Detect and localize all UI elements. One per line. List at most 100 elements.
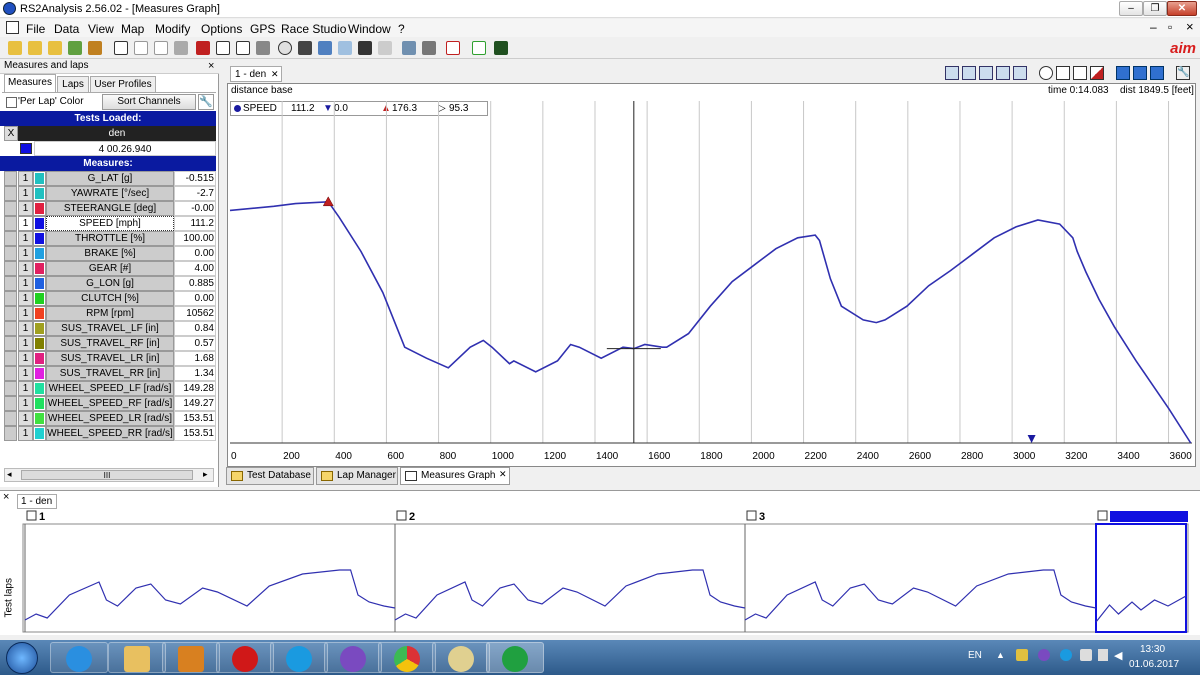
- zoom-fit-icon[interactable]: [1013, 66, 1027, 80]
- measure-row[interactable]: 1 WHEEL_SPEED_LR [rad/s] 153.51: [4, 411, 216, 426]
- mdi-restore-button[interactable]: ▫: [1168, 20, 1172, 34]
- opera-button[interactable]: [216, 642, 274, 673]
- menu-map[interactable]: Map: [121, 22, 144, 36]
- clock-date[interactable]: 01.06.2017: [1129, 659, 1179, 670]
- measure-row-handle[interactable]: [4, 201, 17, 216]
- measure-color-swatch[interactable]: [33, 201, 46, 216]
- mdi-minimize-button[interactable]: –: [1150, 20, 1157, 34]
- chrome-button[interactable]: [378, 642, 436, 673]
- tray-network-icon[interactable]: [1098, 649, 1108, 661]
- measure-row-handle[interactable]: [4, 186, 17, 201]
- grid-icon[interactable]: [1056, 66, 1070, 80]
- mdi-close-button[interactable]: ×: [1186, 19, 1194, 34]
- measure-name[interactable]: SUS_TRAVEL_LR [in]: [46, 351, 174, 366]
- measure-count[interactable]: 1: [18, 321, 33, 336]
- restore-button[interactable]: ❐: [1143, 1, 1167, 16]
- measure-row-handle[interactable]: [4, 216, 17, 231]
- menu-view[interactable]: View: [88, 22, 114, 36]
- measure-name[interactable]: YAWRATE [°/sec]: [46, 186, 174, 201]
- measure-count[interactable]: 1: [18, 186, 33, 201]
- measure-row[interactable]: 1 SUS_TRAVEL_RF [in] 0.57: [4, 336, 216, 351]
- laps-overview-chart[interactable]: 1 2 3: [15, 510, 1195, 634]
- measure-row-handle[interactable]: [4, 276, 17, 291]
- clock-time[interactable]: 13:30: [1140, 644, 1165, 655]
- measure-row-handle[interactable]: [4, 336, 17, 351]
- report-icon[interactable]: [216, 41, 230, 55]
- print-icon[interactable]: [422, 41, 436, 55]
- track-icon[interactable]: [196, 41, 210, 55]
- measure-row[interactable]: 1 G_LAT [g] -0.515: [4, 171, 216, 186]
- tab-test-database[interactable]: Test Database: [226, 467, 314, 485]
- tab-laps[interactable]: Laps: [57, 76, 89, 92]
- menu-file[interactable]: File: [26, 22, 45, 36]
- measure-color-swatch[interactable]: [33, 261, 46, 276]
- time-base-icon[interactable]: [1039, 66, 1053, 80]
- scroll-thumb[interactable]: III: [21, 470, 193, 480]
- measure-count[interactable]: 1: [18, 291, 33, 306]
- measure-color-swatch[interactable]: [33, 231, 46, 246]
- measure-color-swatch[interactable]: [33, 426, 46, 441]
- laps-strip-tab[interactable]: 1 - den: [17, 494, 57, 509]
- measure-color-swatch[interactable]: [33, 321, 46, 336]
- test-color-swatch[interactable]: [20, 143, 32, 154]
- measure-count[interactable]: 1: [18, 366, 33, 381]
- measure-count[interactable]: 1: [18, 216, 33, 231]
- lap-checkbox[interactable]: [746, 510, 757, 521]
- tab-close-icon[interactable]: ✕: [499, 466, 507, 482]
- menu-race-studio[interactable]: Race Studio: [281, 22, 346, 36]
- tab-lap-manager[interactable]: Lap Manager: [316, 467, 398, 485]
- minimize-button[interactable]: –: [1119, 1, 1143, 16]
- measures-graph[interactable]: distance base time 0:14.083 dist 1849.5 …: [227, 83, 1196, 467]
- measure-name[interactable]: G_LAT [g]: [46, 171, 174, 186]
- measure-color-swatch[interactable]: [33, 381, 46, 396]
- measure-count[interactable]: 1: [18, 351, 33, 366]
- measure-name[interactable]: GEAR [#]: [46, 261, 174, 276]
- measure-row[interactable]: 1 SPEED [mph] 111.2: [4, 216, 216, 231]
- measure-row-handle[interactable]: [4, 321, 17, 336]
- start-button[interactable]: [6, 642, 38, 674]
- measure-count[interactable]: 1: [18, 171, 33, 186]
- measure-name[interactable]: CLUTCH [%]: [46, 291, 174, 306]
- lap-sync-icon[interactable]: [472, 41, 486, 55]
- tray-device-icon[interactable]: [1080, 649, 1092, 661]
- measure-row-handle[interactable]: [4, 366, 17, 381]
- measures-graph-icon[interactable]: [114, 41, 128, 55]
- rs2analysis-button[interactable]: [486, 642, 544, 673]
- tray-volume-icon[interactable]: ◀: [1114, 649, 1122, 662]
- measure-row[interactable]: 1 RPM [rpm] 10562: [4, 306, 216, 321]
- measure-count[interactable]: 1: [18, 306, 33, 321]
- link-icon[interactable]: [378, 41, 392, 55]
- measure-count[interactable]: 1: [18, 426, 33, 441]
- measure-color-swatch[interactable]: [33, 171, 46, 186]
- measure-row[interactable]: 1 WHEEL_SPEED_RR [rad/s] 153.51: [4, 426, 216, 441]
- measure-row-handle[interactable]: [4, 351, 17, 366]
- measure-name[interactable]: WHEEL_SPEED_RF [rad/s]: [46, 396, 174, 411]
- explorer-button[interactable]: [108, 642, 166, 673]
- panel-close-button[interactable]: ×: [208, 59, 214, 73]
- tray-pen-icon[interactable]: [1016, 649, 1028, 661]
- xy-graph-icon[interactable]: [154, 41, 168, 55]
- measure-row[interactable]: 1 WHEEL_SPEED_RF [rad/s] 149.27: [4, 396, 216, 411]
- measure-name[interactable]: SUS_TRAVEL_LF [in]: [46, 321, 174, 336]
- speed-chart[interactable]: 0 200 400 600 800 1000 1200 1400 1600 1800 2000 220…: [228, 84, 1195, 466]
- video-icon[interactable]: [494, 41, 508, 55]
- measure-color-swatch[interactable]: [33, 186, 46, 201]
- measure-row[interactable]: 1 WHEEL_SPEED_LF [rad/s] 149.28: [4, 381, 216, 396]
- measure-name[interactable]: SPEED [mph]: [46, 216, 174, 231]
- measure-color-swatch[interactable]: [33, 291, 46, 306]
- measure-count[interactable]: 1: [18, 276, 33, 291]
- flag-icon[interactable]: [68, 41, 82, 55]
- scroll-right-arrow[interactable]: ▸: [203, 469, 208, 480]
- measure-count[interactable]: 1: [18, 201, 33, 216]
- tab-measures-graph[interactable]: Measures Graph ✕: [400, 467, 510, 485]
- histogram-icon[interactable]: [134, 41, 148, 55]
- tray-viber-icon[interactable]: [1038, 649, 1050, 661]
- graph-tab[interactable]: 1 - den ✕: [230, 66, 282, 82]
- wrench-icon[interactable]: [298, 41, 312, 55]
- import-icon[interactable]: [48, 41, 62, 55]
- measure-color-swatch[interactable]: [33, 306, 46, 321]
- measure-color-swatch[interactable]: [33, 276, 46, 291]
- measure-row-handle[interactable]: [4, 306, 17, 321]
- menu-help[interactable]: ?: [398, 22, 405, 36]
- measure-name[interactable]: THROTTLE [%]: [46, 231, 174, 246]
